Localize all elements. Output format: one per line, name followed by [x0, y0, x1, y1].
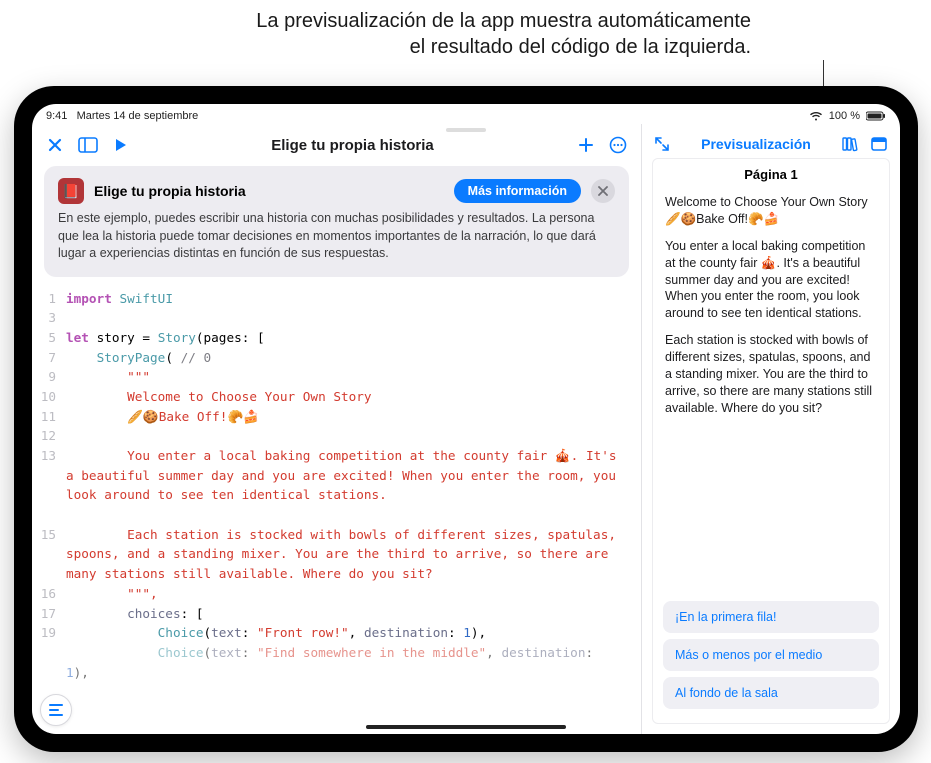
code-token: choices [127, 606, 180, 621]
close-icon[interactable] [46, 136, 64, 154]
code-editor[interactable]: 1import SwiftUI 3 5let story = Story(pag… [32, 281, 641, 735]
wifi-icon [809, 111, 823, 121]
main-split: Elige tu propia historia 📕 Elige tu prop… [32, 124, 900, 734]
code-token: let [66, 330, 89, 345]
code-token: """ [66, 367, 631, 387]
add-icon[interactable] [577, 136, 595, 154]
info-card-header: 📕 Elige tu propia historia Más informaci… [58, 178, 615, 204]
editor-toolbar-right [577, 136, 627, 154]
code-token: """, [66, 584, 631, 604]
code-token: Choice [158, 645, 204, 660]
editor-title: Elige tu propia historia [142, 137, 563, 154]
code-token: = [135, 330, 158, 345]
code-token: text [211, 645, 242, 660]
more-info-button[interactable]: Más información [454, 179, 581, 203]
code-token: SwiftUI [119, 291, 172, 306]
callout-line-2: el resultado del código de la izquierda. [0, 34, 751, 60]
app-preview: Página 1 Welcome to Choose Your Own Stor… [652, 158, 890, 724]
run-icon[interactable] [112, 137, 128, 153]
status-time: 9:41 [46, 110, 67, 122]
editor-pane: Elige tu propia historia 📕 Elige tu prop… [32, 124, 642, 734]
more-icon[interactable] [609, 136, 627, 154]
callout-line-1: La previsualización de la app muestra au… [0, 8, 751, 34]
code-token: StoryPage [97, 350, 166, 365]
canvas-icon[interactable] [870, 136, 888, 152]
library-icon[interactable] [842, 136, 860, 152]
battery-icon [866, 111, 886, 121]
code-token: text [211, 625, 242, 640]
info-card-title: Elige tu propia historia [94, 183, 246, 199]
code-token: destination [501, 645, 585, 660]
code-token: story [97, 330, 135, 345]
expand-icon[interactable] [654, 136, 670, 152]
screen: 9:41 Martes 14 de septiembre 100 % [32, 104, 900, 734]
code-token: "Find somewhere in the middle" [257, 645, 486, 660]
code-token: : [ [181, 606, 204, 621]
code-token: Choice [158, 625, 204, 640]
code-token: Each station is stocked with bowls of di… [66, 525, 631, 584]
status-left: 9:41 Martes 14 de septiembre [46, 110, 198, 122]
preview-page-label: Página 1 [653, 159, 889, 190]
code-token: 🥖🍪Bake Off!🥐🍰 [66, 407, 631, 427]
info-card-body: En este ejemplo, puedes escribir una his… [58, 210, 615, 263]
preview-toolbar: Previsualización [642, 124, 900, 158]
status-bar: 9:41 Martes 14 de septiembre 100 % [32, 104, 900, 124]
preview-title[interactable]: Previsualización [680, 136, 832, 152]
code-token: Welcome to Choose Your Own Story [66, 387, 631, 407]
choice-button[interactable]: Al fondo de la sala [663, 677, 879, 709]
choice-button[interactable]: ¡En la primera fila! [663, 601, 879, 633]
callout-annotation: La previsualización de la app muestra au… [0, 8, 931, 60]
code-token: 1 [66, 665, 74, 680]
status-right: 100 % [809, 110, 886, 122]
code-token: ( [165, 350, 180, 365]
format-button[interactable] [40, 694, 72, 726]
code-token: import [66, 291, 112, 306]
code-token: // 0 [181, 350, 212, 365]
preview-paragraph: You enter a local baking competition at … [665, 238, 877, 322]
project-icon: 📕 [58, 178, 84, 204]
code-token: 1 [463, 625, 471, 640]
home-indicator[interactable] [366, 725, 566, 729]
code-token: Story [158, 330, 196, 345]
editor-toolbar: Elige tu propia historia [32, 124, 641, 160]
code-token: You enter a local baking competition at … [66, 446, 631, 505]
code-token: "Front row!" [257, 625, 349, 640]
preview-paragraph: Each station is stocked with bowls of di… [665, 332, 877, 416]
multitasking-grabber[interactable] [446, 128, 486, 132]
status-date: Martes 14 de septiembre [77, 110, 199, 122]
status-battery-text: 100 % [829, 110, 860, 122]
code-token: (pages: [ [196, 330, 265, 345]
sidebar-toggle-icon[interactable] [78, 137, 98, 153]
info-card: 📕 Elige tu propia historia Más informaci… [44, 166, 629, 277]
preview-paragraph: Welcome to Choose Your Own Story 🥖🍪Bake … [665, 194, 877, 228]
ipad-frame: 9:41 Martes 14 de septiembre 100 % [14, 86, 918, 752]
dismiss-card-button[interactable] [591, 179, 615, 203]
preview-choices: ¡En la primera fila! Más o menos por el … [653, 595, 889, 723]
preview-pane: Previsualización Página 1 Welcome to Cho… [642, 124, 900, 734]
choice-button[interactable]: Más o menos por el medio [663, 639, 879, 671]
preview-body: Welcome to Choose Your Own Story 🥖🍪Bake … [653, 190, 889, 595]
code-token: destination [364, 625, 448, 640]
